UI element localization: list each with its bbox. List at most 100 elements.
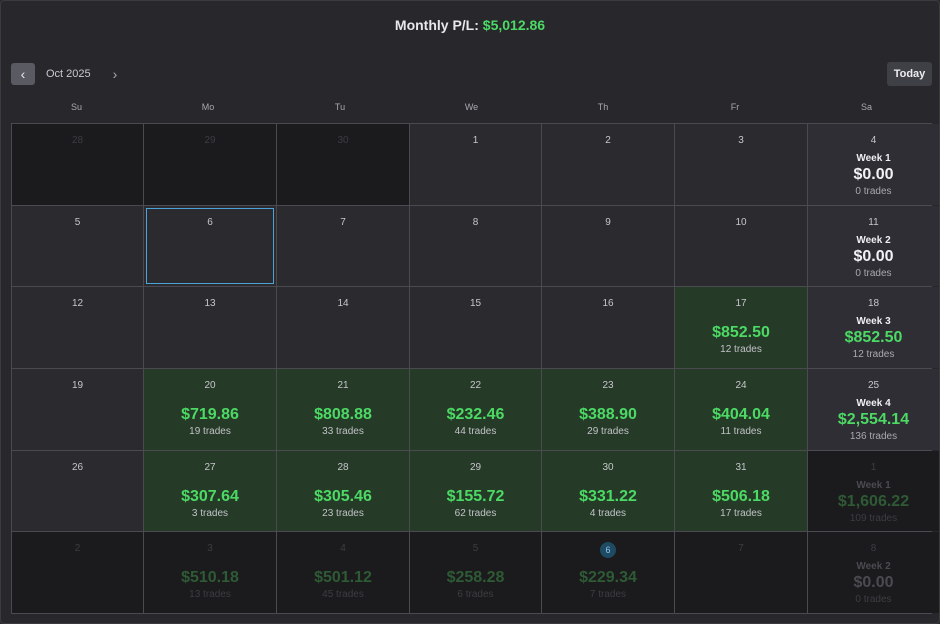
week-summary-cell[interactable]: 18 Week 3 $852.50 12 trades xyxy=(808,287,939,368)
day-number: 5 xyxy=(12,216,143,230)
day-number-text: 10 xyxy=(735,216,747,228)
day-pl: $229.34 xyxy=(579,569,637,587)
day-cell[interactable]: 29 xyxy=(144,124,276,205)
week-summary-cell[interactable]: 8 Week 2 $0.00 0 trades xyxy=(808,532,939,613)
day-cell[interactable]: 6 xyxy=(144,205,276,287)
day-number: 25 xyxy=(867,379,880,391)
day-cell[interactable]: 3 $510.18 13 trades xyxy=(144,532,276,613)
day-number: 22 xyxy=(410,379,541,393)
day-number: 19 xyxy=(12,379,143,393)
day-pl: $501.12 xyxy=(314,569,372,587)
week-label: Week 1 xyxy=(856,479,891,491)
day-pl: $506.18 xyxy=(712,487,770,505)
week-summary-cell[interactable]: 11 Week 2 $0.00 0 trades xyxy=(808,205,939,287)
day-number-text: 24 xyxy=(735,379,747,391)
day-cell[interactable]: 19 xyxy=(12,368,143,450)
week-summary-cell[interactable]: 1 Week 1 $1,606.22 109 trades xyxy=(808,450,939,532)
day-number-text: 20 xyxy=(204,379,216,391)
weekday-label: Sa xyxy=(860,102,872,112)
day-cell[interactable]: 13 xyxy=(144,287,276,368)
week-pl: $1,606.22 xyxy=(837,492,910,510)
day-number-text: 15 xyxy=(469,298,482,310)
day-trade-count: 3 trades xyxy=(191,507,229,519)
weekday-label: Mo xyxy=(201,102,215,112)
day-number-text: 31 xyxy=(735,461,747,473)
day-cell[interactable]: 8 xyxy=(410,205,541,287)
weekday-label: Su xyxy=(70,102,82,112)
day-cell[interactable]: 21 $808.88 33 trades xyxy=(277,368,409,450)
day-cell[interactable]: 6 $229.34 7 trades xyxy=(542,532,674,613)
day-number: 14 xyxy=(277,297,409,311)
day-number: 29 xyxy=(144,134,276,148)
day-pl: $155.72 xyxy=(446,487,505,505)
monthly-pl-amount: $5,012.86 xyxy=(482,17,546,33)
day-number-text: 22 xyxy=(469,379,482,391)
day-number: 5 xyxy=(410,542,541,556)
day-trade-count: 12 trades xyxy=(720,344,762,356)
chevron-left-icon: ‹ xyxy=(20,66,26,82)
day-cell[interactable]: 28 xyxy=(12,124,143,205)
day-number-text: 19 xyxy=(71,379,84,391)
day-cell[interactable]: 16 xyxy=(542,287,674,368)
day-number-text: 26 xyxy=(71,461,84,473)
day-cell[interactable]: 12 xyxy=(12,287,143,368)
week-label: Week 3 xyxy=(856,316,891,328)
day-cell[interactable]: 28 $305.46 23 trades xyxy=(277,450,409,532)
day-cell[interactable]: 31 $506.18 17 trades xyxy=(675,450,807,532)
weekday-header: Su Mo Tu We Th Fr Sa xyxy=(11,102,932,112)
weekday-label: Tu xyxy=(334,102,346,112)
day-number: 7 xyxy=(675,542,807,556)
week-trade-count: 12 trades xyxy=(852,349,895,361)
day-pl: $719.86 xyxy=(181,405,239,423)
day-number-text: 29 xyxy=(204,135,216,146)
day-cell[interactable]: 29 $155.72 62 trades xyxy=(410,450,541,532)
day-cell[interactable]: 20 $719.86 19 trades xyxy=(144,368,276,450)
today-button[interactable]: Today xyxy=(887,62,932,86)
next-month-button[interactable]: › xyxy=(106,63,124,85)
prev-month-button[interactable]: ‹ xyxy=(11,63,35,85)
day-cell[interactable]: 7 xyxy=(675,532,807,613)
week-label: Week 1 xyxy=(856,153,891,164)
day-trade-count: 44 trades xyxy=(454,425,497,437)
day-number-text: 28 xyxy=(71,135,84,146)
day-cell[interactable]: 27 $307.64 3 trades xyxy=(144,450,276,532)
day-cell[interactable]: 30 xyxy=(277,124,409,205)
day-cell[interactable]: 26 xyxy=(12,450,143,532)
today-day-number: 6 xyxy=(600,542,616,559)
day-cell[interactable]: 23 $388.90 29 trades xyxy=(542,368,674,450)
month-label: Oct 2025 xyxy=(46,68,91,80)
day-number-text: 3 xyxy=(738,135,744,146)
day-cell[interactable]: 2 xyxy=(12,532,143,613)
day-number-text: 23 xyxy=(602,379,614,391)
day-cell[interactable]: 14 xyxy=(277,287,409,368)
day-trade-count: 4 trades xyxy=(589,507,627,519)
day-cell[interactable]: 17 $852.50 12 trades xyxy=(675,287,807,368)
day-cell[interactable]: 9 xyxy=(542,205,674,287)
day-cell[interactable]: 22 $232.46 44 trades xyxy=(410,368,541,450)
week-summary-cell[interactable]: 25 Week 4 $2,554.14 136 trades xyxy=(808,368,939,450)
day-pl: $808.88 xyxy=(314,405,372,423)
day-number-text: 9 xyxy=(605,216,611,228)
week-trade-count: 109 trades xyxy=(849,512,898,524)
day-trade-count: 29 trades xyxy=(587,425,629,437)
day-number: 17 xyxy=(675,297,807,311)
week-pl: $0.00 xyxy=(853,247,894,265)
day-number: 3 xyxy=(144,542,276,556)
day-number: 28 xyxy=(12,134,143,148)
day-cell[interactable]: 5 xyxy=(12,205,143,287)
day-cell[interactable]: 1 xyxy=(410,124,541,205)
day-cell[interactable]: 24 $404.04 11 trades xyxy=(675,368,807,450)
day-number: 13 xyxy=(144,297,276,311)
day-cell[interactable]: 3 xyxy=(675,124,807,205)
week-summary-cell[interactable]: 4 Week 1 $0.00 0 trades xyxy=(808,124,939,205)
week-trade-count: 136 trades xyxy=(849,430,898,442)
day-number: 1 xyxy=(870,461,877,473)
day-cell[interactable]: 7 xyxy=(277,205,409,287)
day-cell[interactable]: 5 $258.28 6 trades xyxy=(410,532,541,613)
day-cell[interactable]: 4 $501.12 45 trades xyxy=(277,532,409,613)
day-cell[interactable]: 30 $331.22 4 trades xyxy=(542,450,674,532)
day-cell[interactable]: 2 xyxy=(542,124,674,205)
day-cell[interactable]: 15 xyxy=(410,287,541,368)
day-cell[interactable]: 10 xyxy=(675,205,807,287)
day-number-text: 2 xyxy=(74,543,81,555)
